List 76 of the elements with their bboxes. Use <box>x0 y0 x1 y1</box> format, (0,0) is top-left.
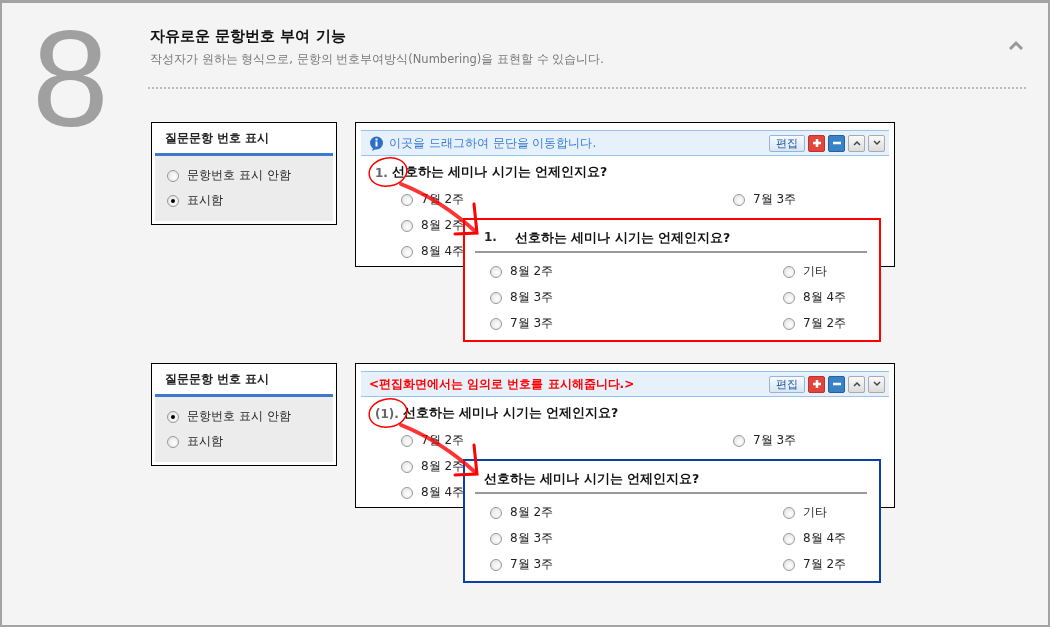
option-label: 7월 3주 <box>510 556 554 573</box>
question-number: (1). <box>375 406 399 421</box>
plus-icon <box>811 138 822 148</box>
radio-button[interactable] <box>733 193 745 206</box>
info-icon <box>369 135 384 151</box>
radio-button[interactable] <box>783 506 795 519</box>
radio-button[interactable] <box>401 434 413 447</box>
option-label: 7월 3주 <box>510 315 554 332</box>
move-down-button[interactable] <box>868 134 885 152</box>
option-label: 7월 3주 <box>753 191 797 208</box>
option-label: 8월 4주 <box>803 530 847 547</box>
chevron-down-icon <box>872 140 881 146</box>
drag-bar[interactable]: <편집화면에서는 임의로 번호를 표시해줍니다.> 편집 <box>361 371 889 397</box>
collapse-icon[interactable] <box>1008 40 1024 50</box>
radio-button[interactable] <box>401 219 413 232</box>
option-label: 표시함 <box>187 192 223 209</box>
radio-button[interactable] <box>490 532 502 545</box>
banner-text: <편집화면에서는 임의로 번호를 표시해줍니다.> <box>369 375 635 393</box>
radio-button[interactable] <box>783 265 795 278</box>
radio-button[interactable] <box>783 532 795 545</box>
radio-button[interactable] <box>733 434 745 447</box>
add-button[interactable] <box>808 134 825 152</box>
chevron-up-icon <box>852 381 861 387</box>
edit-button[interactable]: 편집 <box>769 134 805 152</box>
move-up-button[interactable] <box>848 375 865 393</box>
radio-button[interactable] <box>401 486 413 499</box>
radio-button[interactable] <box>401 193 413 206</box>
radio-button[interactable] <box>783 317 795 330</box>
radio-button[interactable] <box>401 245 413 258</box>
option-label: 7월 3주 <box>753 432 797 449</box>
option-label: 8월 2주 <box>421 217 465 234</box>
radio-button[interactable] <box>167 410 179 423</box>
option-label: 8월 3주 <box>510 530 554 547</box>
plus-icon <box>811 379 822 389</box>
radio-button[interactable] <box>401 460 413 473</box>
chevron-down-icon <box>872 381 881 387</box>
question-text: 선호하는 세미나 시기는 언제인지요? <box>514 230 731 247</box>
section-number: 8 <box>32 9 109 147</box>
radio-button[interactable] <box>783 291 795 304</box>
option-label: 문항번호 표시 안함 <box>187 167 291 184</box>
move-up-button[interactable] <box>848 134 865 152</box>
radio-button[interactable] <box>490 317 502 330</box>
option-label: 기타 <box>803 504 827 521</box>
radio-button[interactable] <box>490 265 502 278</box>
option-label: 표시함 <box>187 433 223 450</box>
add-button[interactable] <box>808 375 825 393</box>
question-number: 1. <box>484 230 497 246</box>
radio-button[interactable] <box>167 435 179 448</box>
chevron-up-icon <box>852 140 861 146</box>
option-label: 기타 <box>803 263 827 280</box>
radio-button[interactable] <box>167 194 179 207</box>
edit-button[interactable]: 편집 <box>769 375 805 393</box>
radio-button[interactable] <box>783 558 795 571</box>
option-label: 8월 2주 <box>421 458 465 475</box>
option-label: 8월 2주 <box>510 504 554 521</box>
option-label: 7월 2주 <box>803 315 847 332</box>
radio-button[interactable] <box>490 506 502 519</box>
question-text: 선호하는 세미나 시기는 언제인지요? <box>484 471 700 488</box>
option-label: 7월 2주 <box>803 556 847 573</box>
drag-bar[interactable]: 이곳을 드래그하여 문단을 이동합니다. 편집 <box>361 130 889 156</box>
option-label: 문항번호 표시 안함 <box>187 408 291 425</box>
option-label: 8월 4주 <box>421 484 465 501</box>
banner-text: 이곳을 드래그하여 문단을 이동합니다. <box>389 134 597 152</box>
radio-button[interactable] <box>490 291 502 304</box>
radio-button[interactable] <box>490 558 502 571</box>
option-label: 8월 4주 <box>803 289 847 306</box>
option-label: 8월 4주 <box>421 243 465 260</box>
remove-button[interactable] <box>828 134 845 152</box>
move-down-button[interactable] <box>868 375 885 393</box>
question-number: 1. <box>375 165 388 180</box>
radio-button[interactable] <box>167 169 179 182</box>
section-subtitle: 작성자가 원하는 형식으로, 문항의 번호부여방식(Numbering)을 표현할 수 있습니다. <box>150 52 604 67</box>
option-label: 8월 3주 <box>510 289 554 306</box>
section-title: 자유로운 문항번호 부여 기능 <box>150 27 347 46</box>
remove-button[interactable] <box>828 375 845 393</box>
option-label: 8월 2주 <box>510 263 554 280</box>
